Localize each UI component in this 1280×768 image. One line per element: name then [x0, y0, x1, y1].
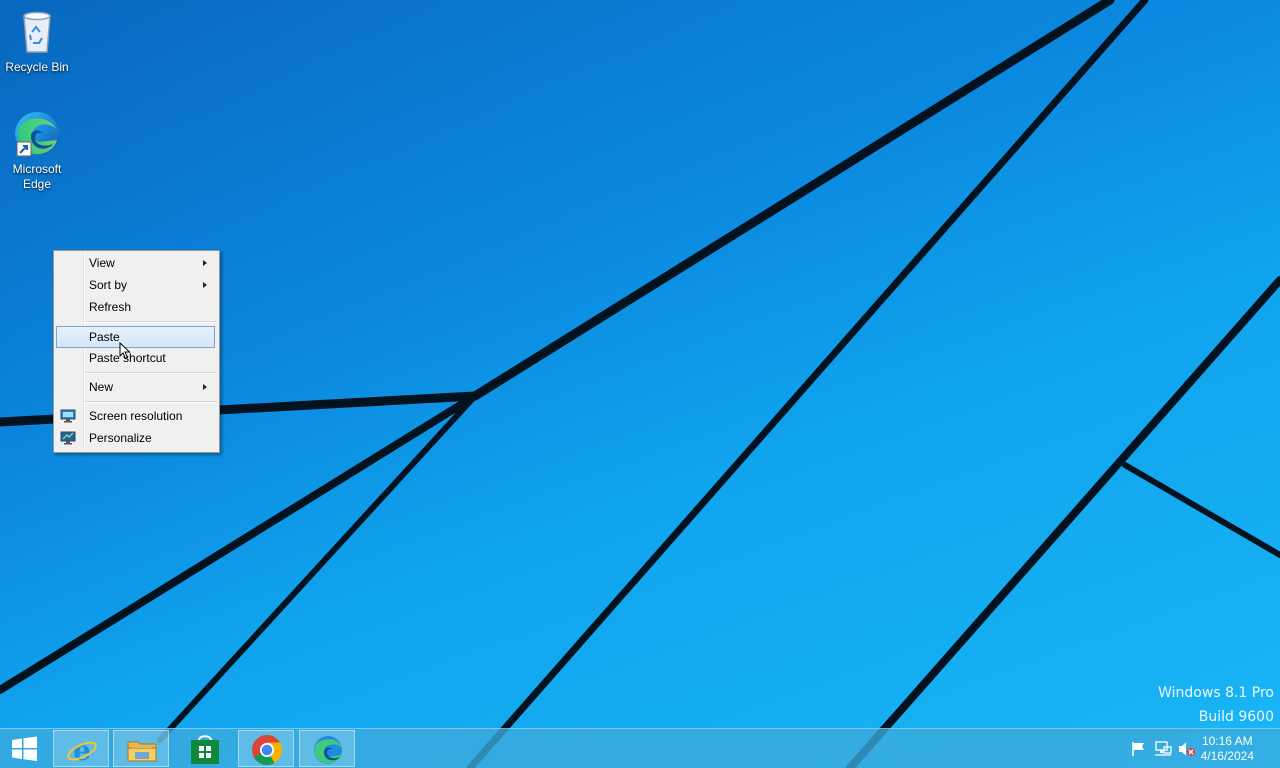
taskbar-button-file-explorer[interactable]	[113, 730, 169, 767]
menu-item-paste[interactable]: Paste	[56, 326, 215, 348]
action-center-flag-icon[interactable]	[1130, 741, 1148, 757]
menu-item-view[interactable]: View	[56, 253, 215, 274]
clock-time: 10:16 AM	[1201, 734, 1253, 748]
watermark-edition: Windows 8.1 Pro	[1158, 685, 1274, 701]
taskbar-clock[interactable]: 10:16 AM 4/16/2024	[1201, 734, 1254, 764]
file-explorer-icon	[126, 734, 158, 768]
desktop-icon-microsoft-edge[interactable]: Microsoft Edge	[1, 110, 73, 192]
menu-item-paste-label: Paste	[89, 330, 120, 344]
edge-icon	[312, 734, 344, 768]
taskbar-button-store[interactable]	[176, 730, 232, 767]
taskbar: e 10:16 AM 4/16/2024	[0, 728, 1280, 768]
internet-explorer-icon: e	[66, 734, 98, 768]
submenu-arrow-icon	[203, 384, 207, 390]
start-button[interactable]	[0, 729, 48, 768]
menu-item-paste-shortcut[interactable]: Paste shortcut	[56, 348, 215, 369]
desktop[interactable]: Recycle Bin Microsoft Edge View Sort by …	[0, 0, 1280, 768]
menu-item-refresh-label: Refresh	[89, 300, 132, 314]
recycle-bin-label: Recycle Bin	[5, 60, 69, 74]
edge-label-line2: Edge	[22, 177, 52, 191]
edge-label-line1: Microsoft	[12, 162, 62, 176]
network-icon[interactable]	[1154, 741, 1172, 757]
menu-item-personalize[interactable]: Personalize	[56, 428, 215, 449]
taskbar-button-chrome[interactable]	[238, 730, 294, 767]
windows-version-watermark: Windows 8.1 Pro Build 9600	[1158, 685, 1274, 725]
windows-logo-icon	[12, 736, 37, 761]
menu-separator	[85, 372, 216, 374]
desktop-context-menu: View Sort by Refresh Paste Paste shortcu…	[53, 250, 220, 453]
mouse-cursor-icon	[119, 342, 131, 360]
menu-separator	[85, 321, 216, 323]
menu-item-personalize-label: Personalize	[89, 431, 152, 445]
monitor-icon	[60, 409, 76, 423]
submenu-arrow-icon	[203, 260, 207, 266]
menu-item-screen-resolution[interactable]: Screen resolution	[56, 406, 215, 427]
store-icon	[189, 734, 221, 768]
desktop-icon-recycle-bin[interactable]: Recycle Bin	[1, 8, 73, 75]
taskbar-button-internet-explorer[interactable]: e	[53, 730, 109, 767]
taskbar-button-edge[interactable]	[299, 730, 355, 767]
menu-item-sort-by[interactable]: Sort by	[56, 275, 215, 296]
clock-date: 4/16/2024	[1200, 749, 1254, 763]
chrome-icon	[251, 734, 283, 768]
watermark-build: Build 9600	[1198, 709, 1274, 725]
edge-icon	[13, 110, 61, 160]
menu-item-new-label: New	[89, 380, 114, 394]
volume-muted-icon[interactable]	[1178, 741, 1196, 757]
submenu-arrow-icon	[203, 282, 207, 288]
recycle-bin-icon	[1, 8, 73, 58]
menu-item-sort-by-label: Sort by	[89, 278, 128, 292]
menu-item-view-label: View	[89, 256, 115, 270]
menu-separator	[85, 401, 216, 403]
menu-item-new[interactable]: New	[56, 377, 215, 398]
svg-text:e: e	[73, 734, 91, 766]
menu-item-screen-resolution-label: Screen resolution	[89, 409, 183, 423]
personalize-icon	[60, 431, 76, 445]
menu-item-refresh[interactable]: Refresh	[56, 297, 215, 318]
